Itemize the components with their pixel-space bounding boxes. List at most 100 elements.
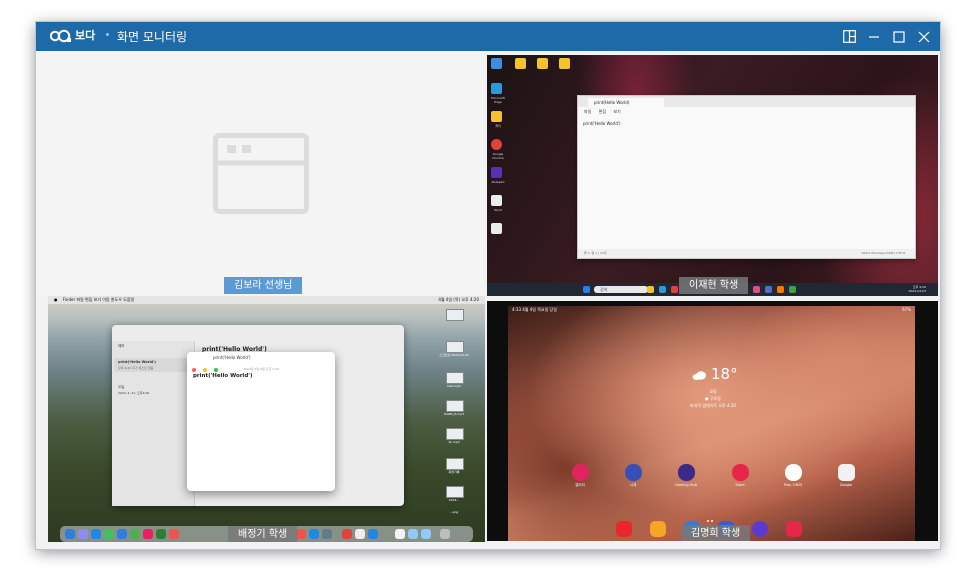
app-icon[interactable]	[368, 529, 378, 539]
file-icon[interactable]	[446, 341, 464, 353]
desktop-label: Microsoft Edge	[491, 96, 505, 104]
mac-menu-items[interactable]: Finder 파일 편집 보기 이동 윈도우 도움말	[63, 297, 134, 302]
clock-icon[interactable]	[625, 464, 642, 481]
folder-icon	[537, 58, 548, 69]
notes-item-title[interactable]: print('Hello World')	[118, 360, 156, 365]
start-icon[interactable]	[583, 286, 590, 293]
app-icon[interactable]	[777, 286, 784, 293]
logo-glyph-icon	[50, 29, 71, 43]
desktop-label: Word	[494, 208, 502, 212]
notepad-window[interactable]: print(Hello World) 파일 편집 보기 print('Hello…	[577, 95, 916, 259]
clock-date: 2024-04-03	[908, 289, 926, 293]
notepad-statusbar: 줄 1, 열 1 | 21자 100% Windows (CRLF) UTF-8	[578, 249, 915, 258]
dock-app-icon[interactable]	[786, 521, 802, 537]
file-label: 4k.mp4	[448, 440, 460, 444]
app-icon[interactable]	[789, 286, 796, 293]
menu-item-file[interactable]: 파일	[584, 109, 591, 114]
student-screen-pane-mac[interactable]: ● Finder 파일 편집 보기 이동 윈도우 도움말 4월 4일 (목) 오…	[48, 296, 485, 542]
notes-sidebar: 메모 print('Hello World') 오후 4:20 추가 텍스트 없…	[112, 341, 195, 506]
weather-desc: 흐림	[709, 389, 717, 394]
dock-app-icon[interactable]	[752, 521, 768, 537]
file-label: 2024...	[448, 498, 460, 502]
page-indicator	[707, 507, 715, 526]
android-battery: 67%	[902, 307, 911, 312]
google-folder-icon[interactable]	[838, 464, 855, 481]
mail-icon[interactable]	[117, 529, 127, 539]
finder-icon[interactable]	[65, 529, 75, 539]
android-screen: 4:33 4월 4일 목요일 당일 67% 18° 흐림 ● 구로동 마지막 업…	[508, 306, 915, 541]
teacher-screen-pane[interactable]: 김보라 선생님	[36, 51, 483, 296]
android-statusbar: 4:33 4월 4일 목요일 당일 67%	[508, 306, 915, 314]
file-icon[interactable]	[446, 372, 464, 384]
file-icon[interactable]	[446, 309, 464, 321]
file-icon[interactable]	[446, 428, 464, 440]
app-icon[interactable]	[296, 529, 306, 539]
app-logo: 보다	[50, 28, 98, 45]
app-icon[interactable]	[408, 529, 418, 539]
maximize-button[interactable]	[888, 26, 910, 47]
apple-icon[interactable]: ●	[54, 297, 58, 302]
maps-icon[interactable]	[130, 529, 140, 539]
notepad-tabbar: print(Hello World)	[578, 96, 915, 107]
app-icon[interactable]	[322, 529, 332, 539]
safari-icon[interactable]	[91, 529, 101, 539]
calendar-icon[interactable]	[169, 529, 179, 539]
dock-app-icon[interactable]	[616, 521, 632, 537]
desktop-label: Notepad	[491, 180, 505, 184]
notepad-text[interactable]: print('Hello World')	[583, 121, 621, 126]
dock-app-icon[interactable]	[650, 521, 666, 537]
close-button[interactable]	[913, 26, 935, 47]
app-icon[interactable]	[753, 286, 760, 293]
text-editor-window[interactable]: print('Hello World') 2024년 4월 4일 오후 4:20…	[187, 352, 335, 491]
notes-folder[interactable]: 오늘	[118, 385, 124, 390]
layout-button[interactable]	[838, 26, 860, 47]
chrome-icon[interactable]	[342, 529, 352, 539]
file-label: ...png	[449, 510, 459, 514]
minimize-button[interactable]	[863, 26, 885, 47]
galaxy-store-icon[interactable]	[732, 464, 749, 481]
weather-temperature[interactable]: 18°	[711, 366, 738, 383]
editor-date: 2024년 4월 4일 오후 4:20	[243, 367, 279, 371]
facetime-icon[interactable]	[156, 529, 166, 539]
app-icon[interactable]	[355, 529, 365, 539]
student-screen-pane-android[interactable]: 4:33 4월 4일 목요일 당일 67% 18° 흐림 ● 구로동 마지막 업…	[487, 301, 938, 541]
menu-item-edit[interactable]: 편집	[599, 109, 606, 114]
file-label: HAND_R.mp4	[443, 412, 465, 416]
menu-item-view[interactable]: 보기	[613, 109, 620, 114]
teacher-name-tag: 김보라 선생님	[224, 277, 303, 294]
edge-icon[interactable]	[659, 286, 666, 293]
notepad-tab[interactable]: print(Hello World)	[588, 98, 664, 107]
student-screen-pane-windows[interactable]: Microsoft Edge 폴더 Google Chrome Notepad …	[487, 55, 938, 296]
gallery-icon[interactable]	[572, 464, 589, 481]
app-icon[interactable]	[765, 286, 772, 293]
notepad-menu: 파일 편집 보기	[578, 107, 915, 116]
editor-text[interactable]: print('Hello World')	[193, 373, 252, 379]
title-bar: 보다 화면 모니터링	[36, 22, 940, 51]
gaming-hub-icon[interactable]	[678, 464, 695, 481]
notes-folder-date: 2024. 4. 21. 오후4:00	[118, 391, 150, 395]
folder-icon[interactable]	[647, 286, 654, 293]
edge-icon	[491, 83, 502, 94]
android-status-left: 4:33 4월 4일 목요일 당일	[512, 307, 557, 312]
close-icon	[918, 31, 930, 42]
trash-icon[interactable]	[440, 529, 450, 539]
window-placeholder-icon	[213, 133, 309, 214]
launchpad-icon[interactable]	[78, 529, 88, 539]
notes-item-date: 오후 4:20 추가 텍스트 없음	[118, 366, 154, 370]
app-icon[interactable]	[309, 529, 319, 539]
weather-updated: 마지막 업데이트 오후 4:20	[690, 403, 736, 408]
photos-icon[interactable]	[143, 529, 153, 539]
app-icon[interactable]	[421, 529, 431, 539]
page-title: 화면 모니터링	[117, 30, 188, 44]
taskbar-search[interactable]: 검색	[594, 286, 648, 293]
file-icon[interactable]	[446, 486, 464, 498]
document-icon[interactable]	[395, 529, 405, 539]
messages-icon[interactable]	[104, 529, 114, 539]
status-left: 줄 1, 열 1 | 21자	[584, 251, 607, 255]
student-name-tag: 김명희 학생	[681, 525, 751, 541]
chrome-icon[interactable]	[671, 286, 678, 293]
play-store-icon[interactable]	[785, 464, 802, 481]
file-icon[interactable]	[446, 400, 464, 412]
file-icon[interactable]	[446, 458, 464, 470]
recycle-bin-icon	[491, 58, 502, 69]
